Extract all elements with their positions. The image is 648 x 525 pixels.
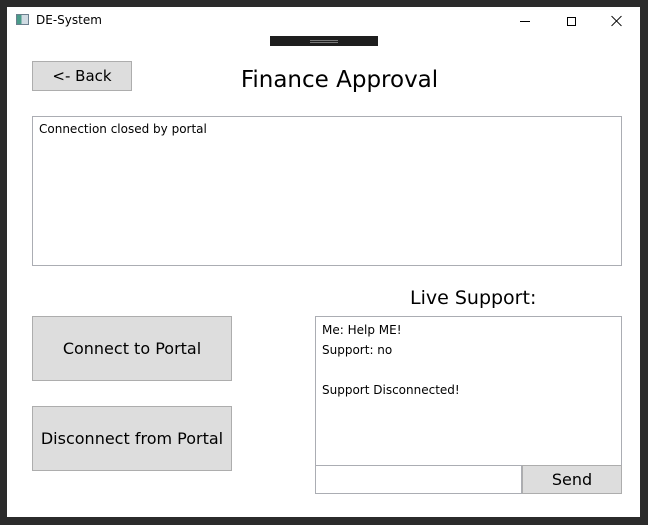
send-button[interactable]: Send [522, 465, 622, 494]
app-icon [16, 14, 29, 25]
window-title: DE-System [36, 13, 102, 27]
back-button[interactable]: <- Back [32, 61, 132, 91]
disconnect-portal-button[interactable]: Disconnect from Portal [32, 406, 232, 471]
connect-portal-button[interactable]: Connect to Portal [32, 316, 232, 381]
chat-message: Support: no [322, 343, 393, 357]
chat-message [322, 360, 615, 380]
maximize-button[interactable] [548, 7, 594, 35]
grip-icon [310, 39, 338, 43]
live-support-label: Live Support: [410, 287, 537, 309]
chat-message: Support Disconnected! [322, 383, 460, 397]
close-icon [611, 15, 623, 27]
minimize-icon [520, 20, 530, 22]
status-log-text: Connection closed by portal [39, 122, 207, 136]
title-bar[interactable]: DE-System [7, 7, 640, 35]
chat-message: Me: Help ME! [322, 323, 402, 337]
minimize-button[interactable] [502, 7, 548, 35]
debug-toolbar-handle[interactable] [270, 36, 378, 46]
app-window: DE-System <- Back Finance Approval Conne… [7, 7, 640, 517]
chat-message-input[interactable] [315, 465, 522, 494]
chat-history[interactable]: Me: Help ME! Support: no Support Disconn… [315, 316, 622, 466]
close-button[interactable] [594, 7, 640, 35]
page-title: Finance Approval [240, 67, 439, 93]
status-log-box[interactable]: Connection closed by portal [32, 116, 622, 266]
maximize-icon [566, 16, 576, 26]
